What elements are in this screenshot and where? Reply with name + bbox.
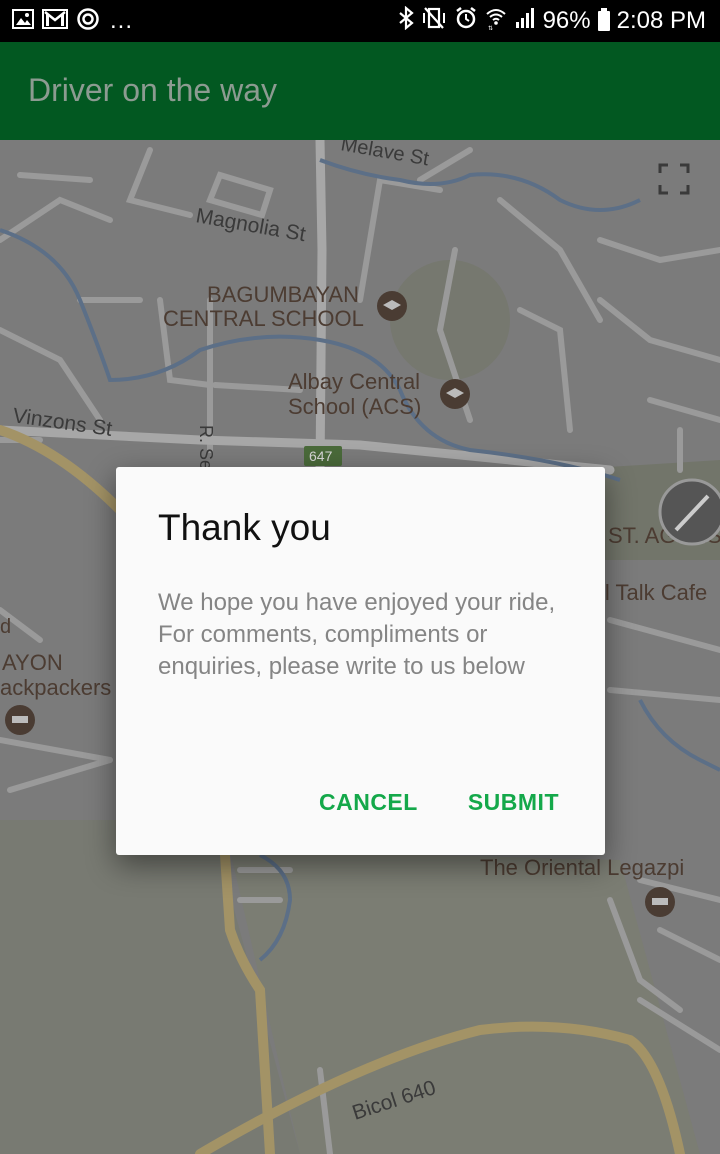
thank-you-dialog: Thank you We hope you have enjoyed your … (116, 467, 605, 855)
wifi-icon: ⇅ (485, 6, 507, 37)
status-left-icons: ... (12, 6, 133, 36)
vibrate-icon (421, 6, 447, 37)
dialog-message: We hope you have enjoyed your ride, For … (158, 589, 556, 680)
clock: 2:08 PM (616, 7, 706, 34)
gmail-icon (42, 8, 68, 35)
image-icon (12, 8, 34, 35)
status-bar: ... ⇅ 96% 2:08 PM (0, 0, 720, 42)
alarm-icon (454, 6, 478, 37)
signal-icon (514, 6, 536, 37)
dialog-actions: CANCEL SUBMIT (319, 789, 559, 816)
cancel-button[interactable]: CANCEL (319, 789, 418, 816)
data-saver-icon (76, 7, 100, 36)
status-right-icons: ⇅ 96% 2:08 PM (398, 5, 706, 37)
submit-button[interactable]: SUBMIT (468, 789, 559, 816)
dialog-title: Thank you (158, 507, 331, 548)
svg-text:⇅: ⇅ (488, 25, 493, 30)
bluetooth-icon (398, 5, 414, 37)
more-notifications: ... (110, 7, 134, 34)
battery-percent: 96% (542, 7, 591, 34)
app-bar: Driver on the way (0, 42, 720, 140)
page-title: Driver on the way (28, 72, 277, 108)
battery-icon (597, 8, 610, 31)
